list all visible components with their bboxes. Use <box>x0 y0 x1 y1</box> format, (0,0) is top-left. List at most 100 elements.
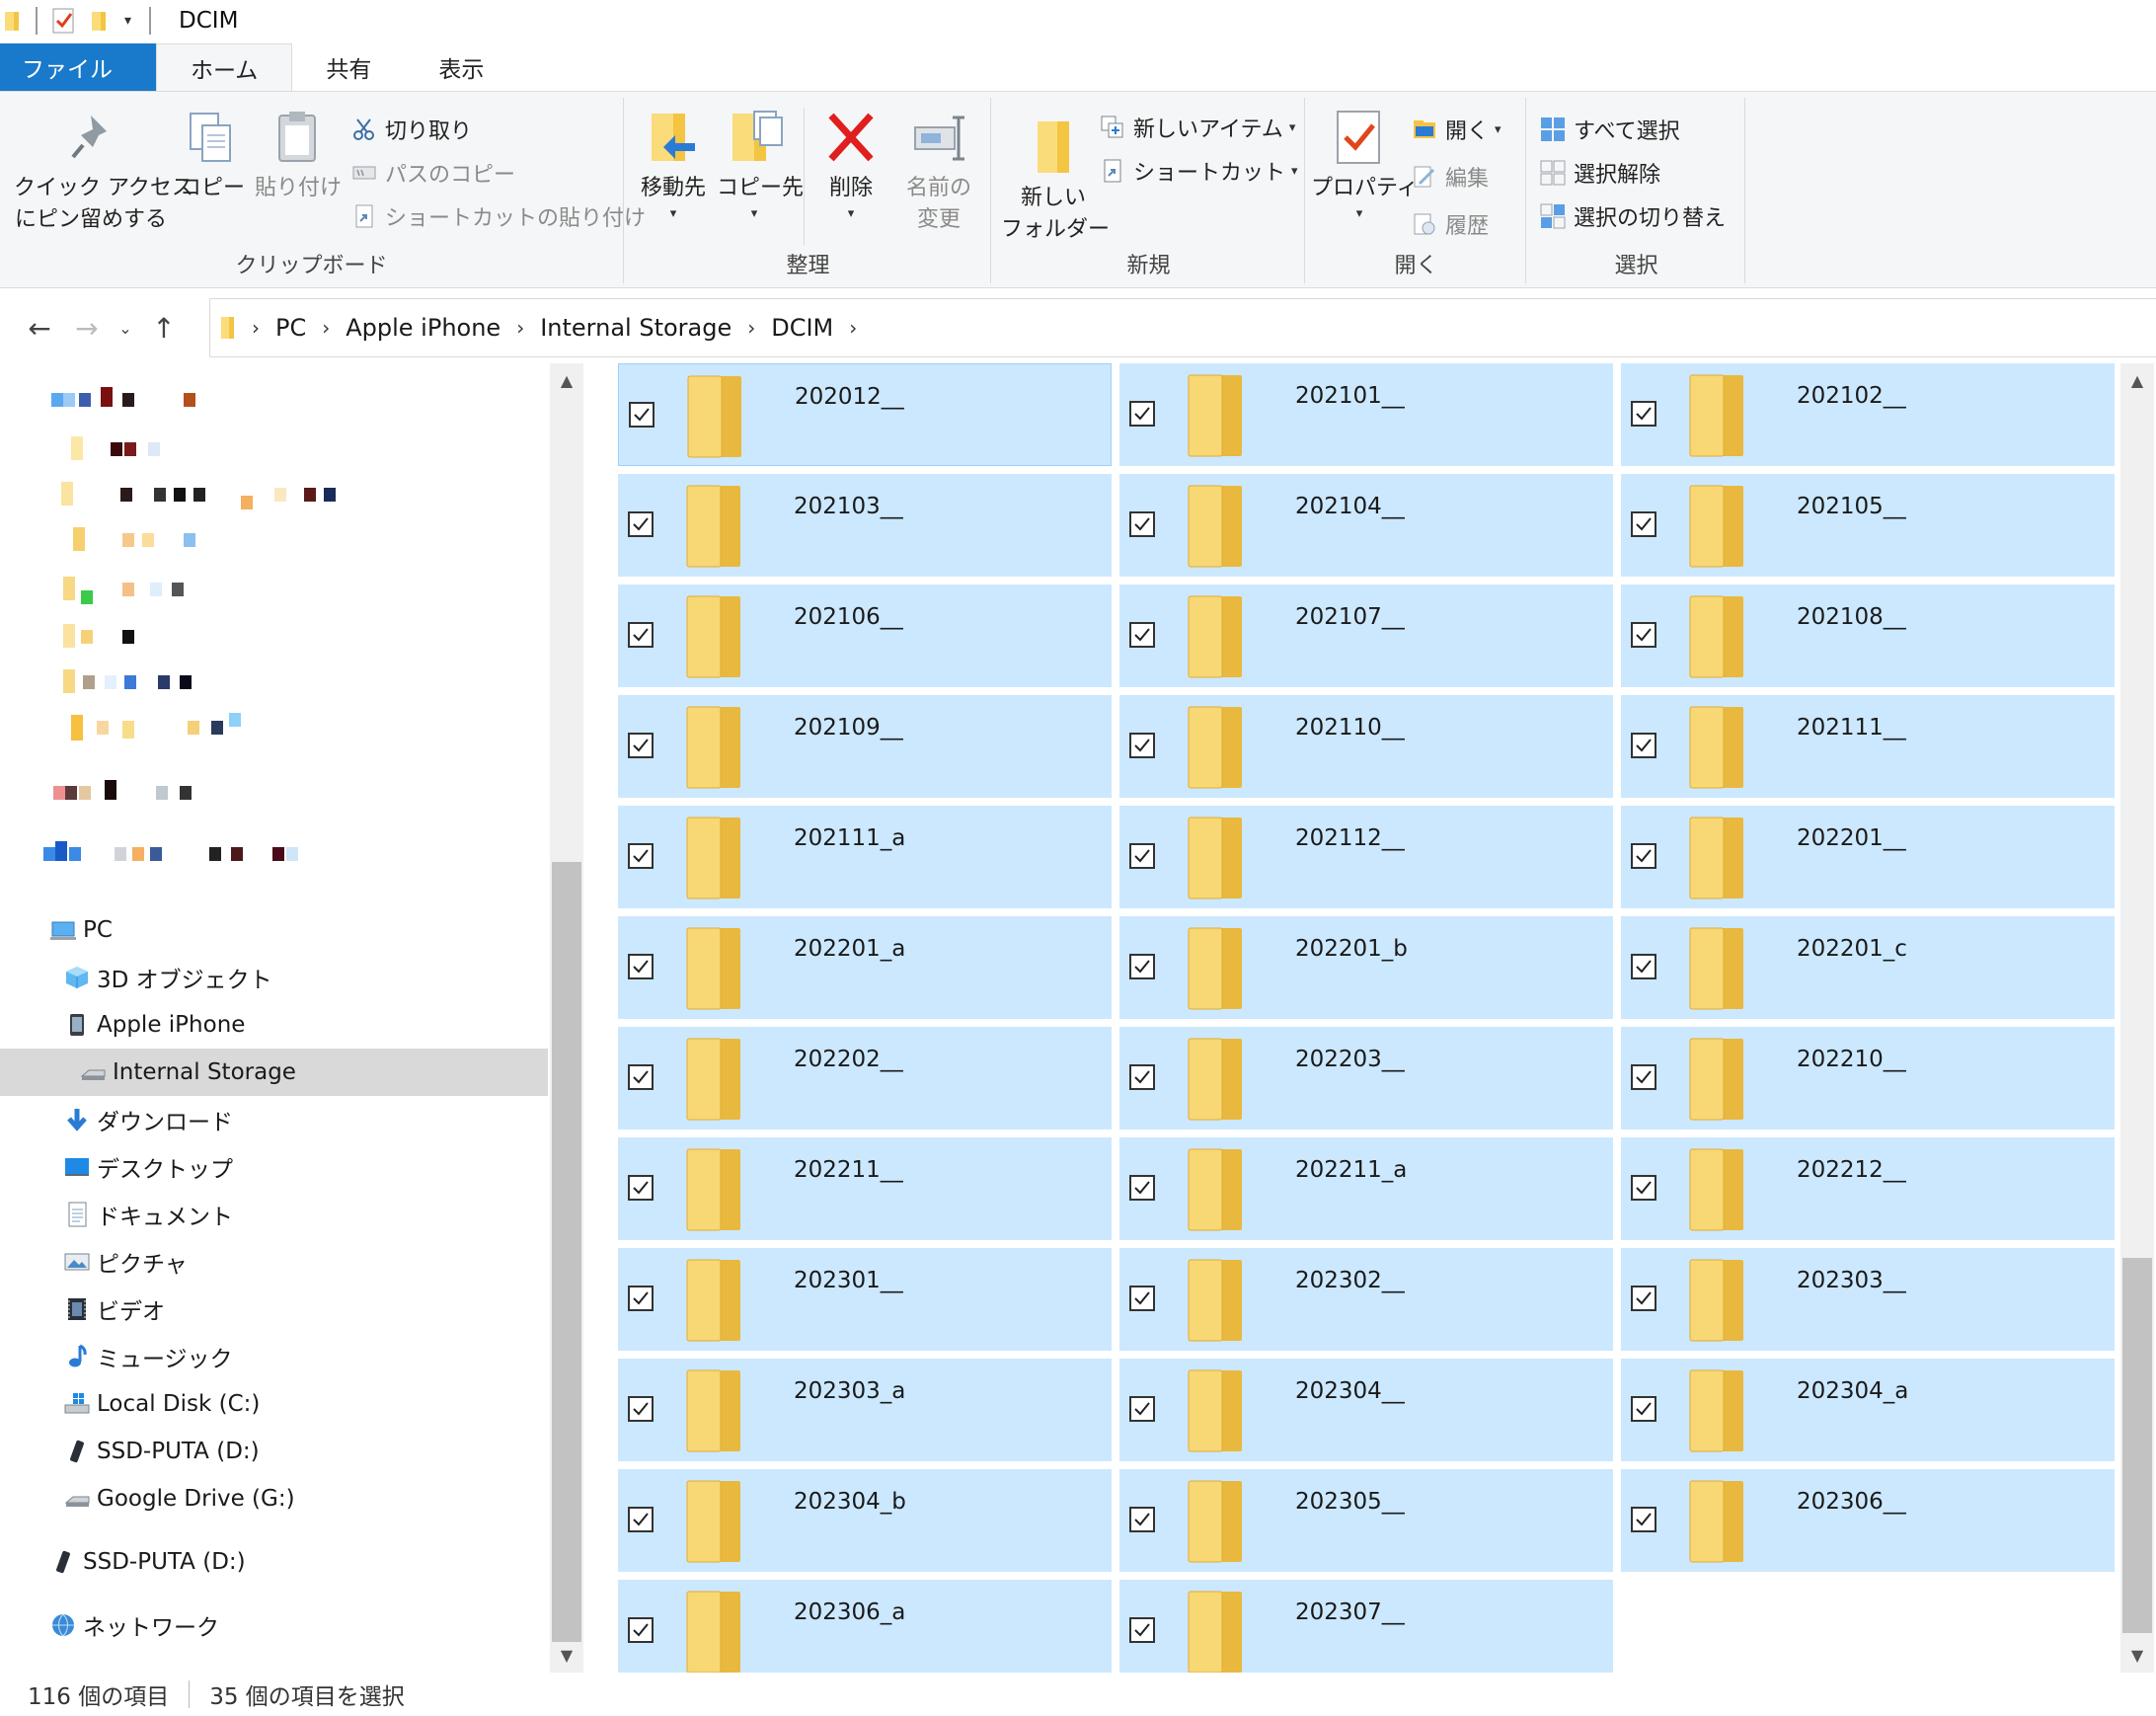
redacted-quick-access-item[interactable] <box>39 713 276 746</box>
address-bar[interactable]: › PC › Apple iPhone › Internal Storage ›… <box>209 298 2156 357</box>
move-to-button[interactable]: 移動先 ▾ <box>636 108 711 230</box>
scroll-up-arrow-icon[interactable]: ▲ <box>2120 371 2154 390</box>
folder-tile[interactable]: 202109__ <box>618 695 1112 798</box>
folder-tile[interactable]: 202211__ <box>618 1137 1112 1240</box>
folder-tile[interactable]: 202201_a <box>618 916 1112 1019</box>
tree-item-videos[interactable]: ビデオ <box>0 1286 548 1333</box>
selection-checkbox[interactable] <box>1631 511 1656 537</box>
redacted-quick-access-item[interactable] <box>39 387 237 419</box>
tree-item-pictures[interactable]: ピクチャ <box>0 1238 548 1286</box>
selection-checkbox[interactable] <box>1631 622 1656 648</box>
forward-arrow-icon[interactable]: → <box>63 312 111 345</box>
redacted-quick-access-item[interactable] <box>39 482 355 513</box>
selection-checkbox[interactable] <box>1129 1064 1155 1090</box>
tree-item-downloads[interactable]: ダウンロード <box>0 1096 548 1143</box>
scroll-down-arrow-icon[interactable]: ▼ <box>550 1646 583 1665</box>
folder-tile[interactable]: 202112__ <box>1119 806 1613 908</box>
select-all-button[interactable]: すべて選択 <box>1540 114 1680 145</box>
folder-tile[interactable]: 202306__ <box>1621 1469 2115 1572</box>
tab-view[interactable]: 表示 <box>405 43 517 91</box>
folder-tile[interactable]: 202201_c <box>1621 916 2115 1019</box>
selection-checkbox[interactable] <box>1631 401 1656 427</box>
folder-tile[interactable]: 202303_a <box>618 1359 1112 1461</box>
folder-tile[interactable]: 202202__ <box>618 1027 1112 1130</box>
selection-checkbox[interactable] <box>1129 1507 1155 1532</box>
selection-checkbox[interactable] <box>628 1617 654 1643</box>
rename-button[interactable]: 名前の 変更 <box>896 108 981 236</box>
scroll-down-arrow-icon[interactable]: ▼ <box>2120 1646 2154 1665</box>
folder-tile[interactable]: 202305__ <box>1119 1469 1613 1572</box>
copy-path-button[interactable]: パスのコピー <box>351 157 515 189</box>
selection-checkbox[interactable] <box>628 1175 654 1201</box>
nav-pane-scrollbar-thumb[interactable] <box>552 862 581 1642</box>
selection-checkbox[interactable] <box>1129 1286 1155 1311</box>
folder-tile[interactable]: 202106__ <box>618 585 1112 687</box>
folder-tile[interactable]: 202110__ <box>1119 695 1613 798</box>
folder-tile[interactable]: 202201__ <box>1621 806 2115 908</box>
selection-checkbox[interactable] <box>1631 1507 1656 1532</box>
folder-tile[interactable]: 202102__ <box>1621 363 2115 466</box>
folder-tile[interactable]: 202107__ <box>1119 585 1613 687</box>
tree-item-internal-storage[interactable]: Internal Storage <box>0 1049 548 1096</box>
selection-checkbox[interactable] <box>1631 954 1656 979</box>
folder-tile[interactable]: 202301__ <box>618 1248 1112 1351</box>
selection-checkbox[interactable] <box>1129 1396 1155 1422</box>
selection-checkbox[interactable] <box>628 733 654 758</box>
tree-item-network[interactable]: ネットワーク <box>0 1601 548 1649</box>
folder-tile[interactable]: 202211_a <box>1119 1137 1613 1240</box>
selection-checkbox[interactable] <box>1129 511 1155 537</box>
selection-checkbox[interactable] <box>1631 843 1656 869</box>
customize-quick-access-icon[interactable]: ▾ <box>124 13 131 29</box>
paste-button[interactable]: 貼り付け <box>255 108 342 204</box>
tab-home[interactable]: ホーム <box>156 43 293 91</box>
file-list-scrollbar[interactable]: ▲ ▼ <box>2120 363 2154 1673</box>
folder-tile[interactable]: 202012__ <box>618 363 1112 466</box>
tree-item-apple-iphone[interactable]: Apple iPhone <box>0 1001 548 1049</box>
tree-item-documents[interactable]: ドキュメント <box>0 1191 548 1238</box>
redacted-quick-access-item[interactable] <box>39 669 237 701</box>
selection-checkbox[interactable] <box>1631 1396 1656 1422</box>
redacted-quick-access-item[interactable] <box>39 624 237 656</box>
paste-shortcut-button[interactable]: ショートカットの貼り付け <box>351 200 646 232</box>
new-folder-quick-icon[interactable] <box>91 9 109 33</box>
selection-checkbox[interactable] <box>1129 954 1155 979</box>
recent-locations-chevron-icon[interactable]: ⌄ <box>111 319 140 338</box>
tree-item-ssd-d-root[interactable]: SSD-PUTA (D:) <box>0 1538 548 1586</box>
folder-tile[interactable]: 202201_b <box>1119 916 1613 1019</box>
selection-checkbox[interactable] <box>629 402 654 428</box>
tree-item-google-drive-g[interactable]: Google Drive (G:) <box>0 1475 548 1522</box>
properties-button[interactable]: プロパティ ▾ <box>1311 108 1419 230</box>
properties-check-icon[interactable] <box>51 7 77 35</box>
folder-tile[interactable]: 202104__ <box>1119 474 1613 577</box>
delete-button[interactable]: 削除 ▾ <box>815 108 886 230</box>
folder-tile[interactable]: 202304_b <box>618 1469 1112 1572</box>
scroll-up-arrow-icon[interactable]: ▲ <box>550 371 583 390</box>
selection-checkbox[interactable] <box>628 954 654 979</box>
breadcrumb-separator-icon[interactable]: › <box>252 316 260 340</box>
selection-checkbox[interactable] <box>1129 733 1155 758</box>
breadcrumb-separator-icon[interactable]: › <box>322 316 330 340</box>
breadcrumb-separator-icon[interactable]: › <box>747 316 755 340</box>
selection-checkbox[interactable] <box>1631 1064 1656 1090</box>
selection-checkbox[interactable] <box>628 1286 654 1311</box>
folder-tile[interactable]: 202307__ <box>1119 1580 1613 1673</box>
selection-checkbox[interactable] <box>1129 843 1155 869</box>
selection-checkbox[interactable] <box>628 511 654 537</box>
redacted-quick-access-item[interactable] <box>39 527 237 559</box>
pin-quick-access-button[interactable]: クイック アクセス にピン留めする <box>14 108 193 236</box>
selection-checkbox[interactable] <box>628 843 654 869</box>
redacted-quick-access-item[interactable] <box>39 436 237 468</box>
folder-tile[interactable]: 202111_a <box>618 806 1112 908</box>
folder-tile[interactable]: 202304_a <box>1621 1359 2115 1461</box>
folder-tile[interactable]: 202302__ <box>1119 1248 1613 1351</box>
select-none-button[interactable]: 選択解除 <box>1540 157 1660 189</box>
selection-checkbox[interactable] <box>1129 1175 1155 1201</box>
history-button[interactable]: 履歴 <box>1412 208 1489 240</box>
selection-checkbox[interactable] <box>1129 622 1155 648</box>
tree-item-pc[interactable]: PC <box>0 906 548 954</box>
folder-tile[interactable]: 202203__ <box>1119 1027 1613 1130</box>
selection-checkbox[interactable] <box>628 1396 654 1422</box>
selection-checkbox[interactable] <box>628 1507 654 1532</box>
file-list-scrollbar-thumb[interactable] <box>2122 1258 2152 1633</box>
breadcrumb-separator-icon[interactable]: › <box>849 316 857 340</box>
